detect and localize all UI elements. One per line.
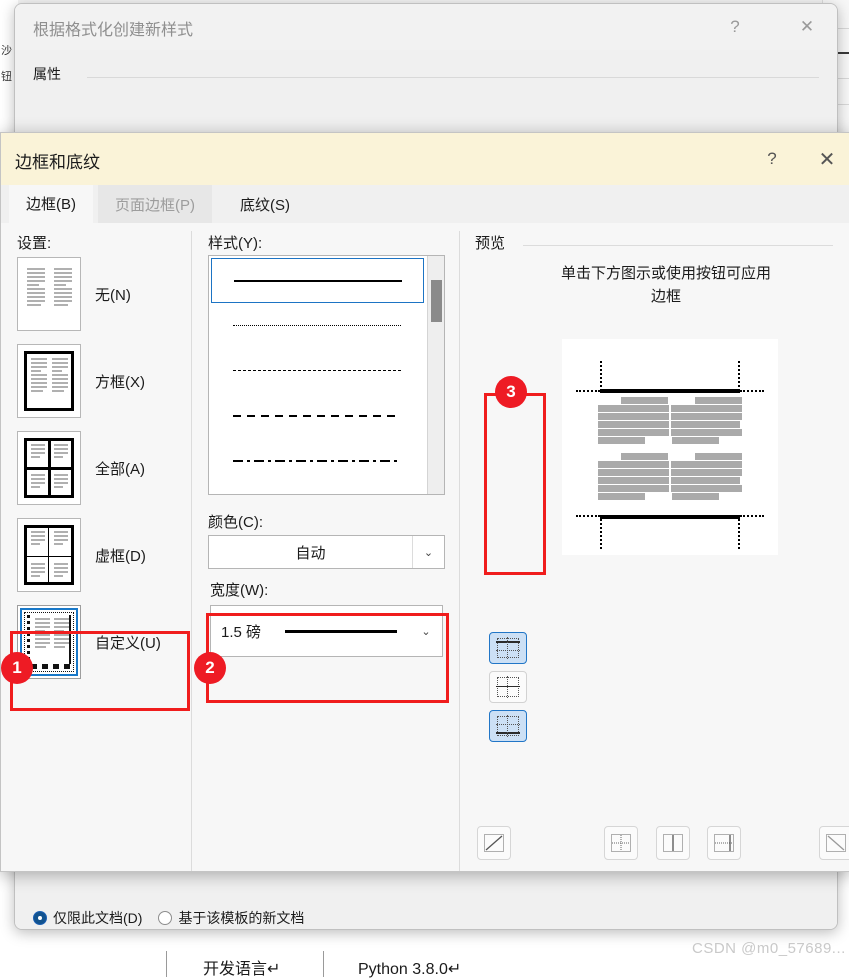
borders-tab-content: 设置: 无(N) 方框(X) 全部(A) 虚框(D) 自定义(U) 样式(Y):… [1,223,849,871]
style-section-label: 样式(Y): [208,235,263,252]
new-style-title: 根据格式化创建新样式 [33,22,194,39]
borders-and-shading-dialog: 边框和底纹 ? ✕ 边框(B) 页面边框(P) 底纹(S) 设置: 无(N) 方… [0,132,849,872]
box-border-thumbnail [17,344,81,418]
middle-horizontal-border-icon [496,676,520,698]
border-width-sample [285,629,398,633]
preview-hint-line1: 单击下方图示或使用按钮可应用 [560,265,771,282]
right-border-icon [714,834,734,852]
borders-titlebar: 边框和底纹 ? ✕ [1,133,849,185]
setting-item-custom[interactable]: 自定义(U) [17,601,187,683]
style-option-dashed-small[interactable] [209,348,424,393]
setting-label-grid: 虚框(D) [95,547,146,565]
scope-label-this-document: 仅限此文档(D) [53,910,143,926]
diagonal-down-border-toggle[interactable] [477,826,511,860]
left-border-toggle[interactable] [604,826,638,860]
tab-page-borders[interactable]: 页面边框(P) [98,185,212,223]
preview-document[interactable] [562,339,778,555]
setting-label-all: 全部(A) [95,460,145,478]
close-icon[interactable]: ✕ [807,144,847,174]
preview-text-block [598,396,742,501]
settings-section-label: 设置: [17,235,52,252]
grid-border-thumbnail [17,518,81,592]
properties-group-rule [87,77,819,78]
middle-horizontal-border-toggle[interactable] [489,671,527,703]
preview-bottom-border [600,515,740,519]
bottom-border-icon [496,715,520,737]
diagonal-down-border-icon [484,834,504,852]
preview-group-rule [523,245,833,246]
background-table-cell-2: Python 3.8.0↵ [358,961,462,978]
setting-label-box: 方框(X) [95,373,145,391]
help-icon[interactable]: ? [752,144,792,174]
none-border-thumbnail [17,257,81,331]
style-preview-dashed-small [232,370,401,371]
top-border-toggle[interactable] [489,632,527,664]
setting-item-all[interactable]: 全部(A) [17,427,187,509]
csdn-watermark: CSDN @m0_57689... [692,940,846,957]
annotation-badge-3: 3 [495,376,527,408]
style-preview-dash-dot [232,459,401,462]
radio-dot-unselected [158,911,173,925]
border-width-value: 1.5 磅 [221,623,262,641]
properties-group-label: 属性 [33,64,69,84]
style-list-scrollbar[interactable] [427,256,444,494]
setting-item-grid[interactable]: 虚框(D) [17,514,187,596]
help-icon[interactable]: ? [715,12,755,42]
tab-shading[interactable]: 底纹(S) [223,185,307,223]
style-option-dotted[interactable] [209,303,424,348]
all-borders-thumbnail [17,431,81,505]
left-border-icon [611,834,631,852]
preview-hint: 单击下方图示或使用按钮可应用 边框 [501,263,831,308]
style-preview-dashed [232,414,401,417]
style-scope-radio-group: 仅限此文档(D) 基于该模板的新文档 [33,908,304,928]
scrollbar-thumb[interactable] [431,280,442,322]
background-left-char-2: 钮 [1,71,12,83]
scope-radio-new-docs-from-template[interactable]: 基于该模板的新文档 [158,908,304,928]
chevron-down-icon[interactable]: ⌄ [410,608,442,654]
chevron-down-icon[interactable]: ⌄ [412,536,444,568]
middle-vertical-border-toggle[interactable] [656,826,690,860]
preview-section-label: 预览 [475,235,506,252]
diagonal-up-border-toggle[interactable] [819,826,849,860]
divider-style-preview [459,231,460,871]
borders-tabstrip: 边框(B) 页面边框(P) 底纹(S) [1,185,849,224]
style-option-solid[interactable] [211,258,424,303]
border-style-listbox[interactable] [208,255,445,495]
preview-top-border [600,389,740,393]
new-style-titlebar: 根据格式化创建新样式 ? ✕ [15,4,837,50]
border-color-value: 自动 [295,544,326,562]
diagonal-up-border-icon [826,834,846,852]
scope-radio-this-document[interactable]: 仅限此文档(D) [33,908,142,928]
preview-hint-line2: 边框 [650,287,681,305]
setting-label-none: 无(N) [95,286,131,304]
close-icon[interactable]: ✕ [787,12,827,42]
borders-dialog-title: 边框和底纹 [15,153,100,172]
bottom-border-toggle[interactable] [489,710,527,742]
scope-label-new-docs: 基于该模板的新文档 [178,910,305,926]
width-section-label: 宽度(W): [210,582,269,599]
setting-label-custom: 自定义(U) [95,634,161,652]
style-option-dashed[interactable] [209,393,424,438]
right-border-toggle[interactable] [707,826,741,860]
setting-item-none[interactable]: 无(N) [17,253,187,335]
style-option-dash-dot[interactable] [209,438,424,483]
color-section-label: 颜色(C): [208,514,263,531]
background-table-cell-1: 开发语言↵ [203,961,281,978]
border-color-combo[interactable]: 自动 ⌄ [208,535,445,569]
tab-borders[interactable]: 边框(B) [9,185,93,223]
annotation-badge-2: 2 [194,652,226,684]
radio-dot-selected [33,911,47,925]
divider-settings-style [191,231,192,871]
top-border-icon [496,637,520,659]
background-left-char-1: 沙 [1,45,12,57]
setting-item-box[interactable]: 方框(X) [17,340,187,422]
annotation-badge-1: 1 [1,652,33,684]
border-width-combo[interactable]: 1.5 磅 ⌄ [210,605,443,657]
middle-vertical-border-icon [663,834,683,852]
style-preview-dotted [232,325,401,326]
style-preview-solid [233,279,402,282]
